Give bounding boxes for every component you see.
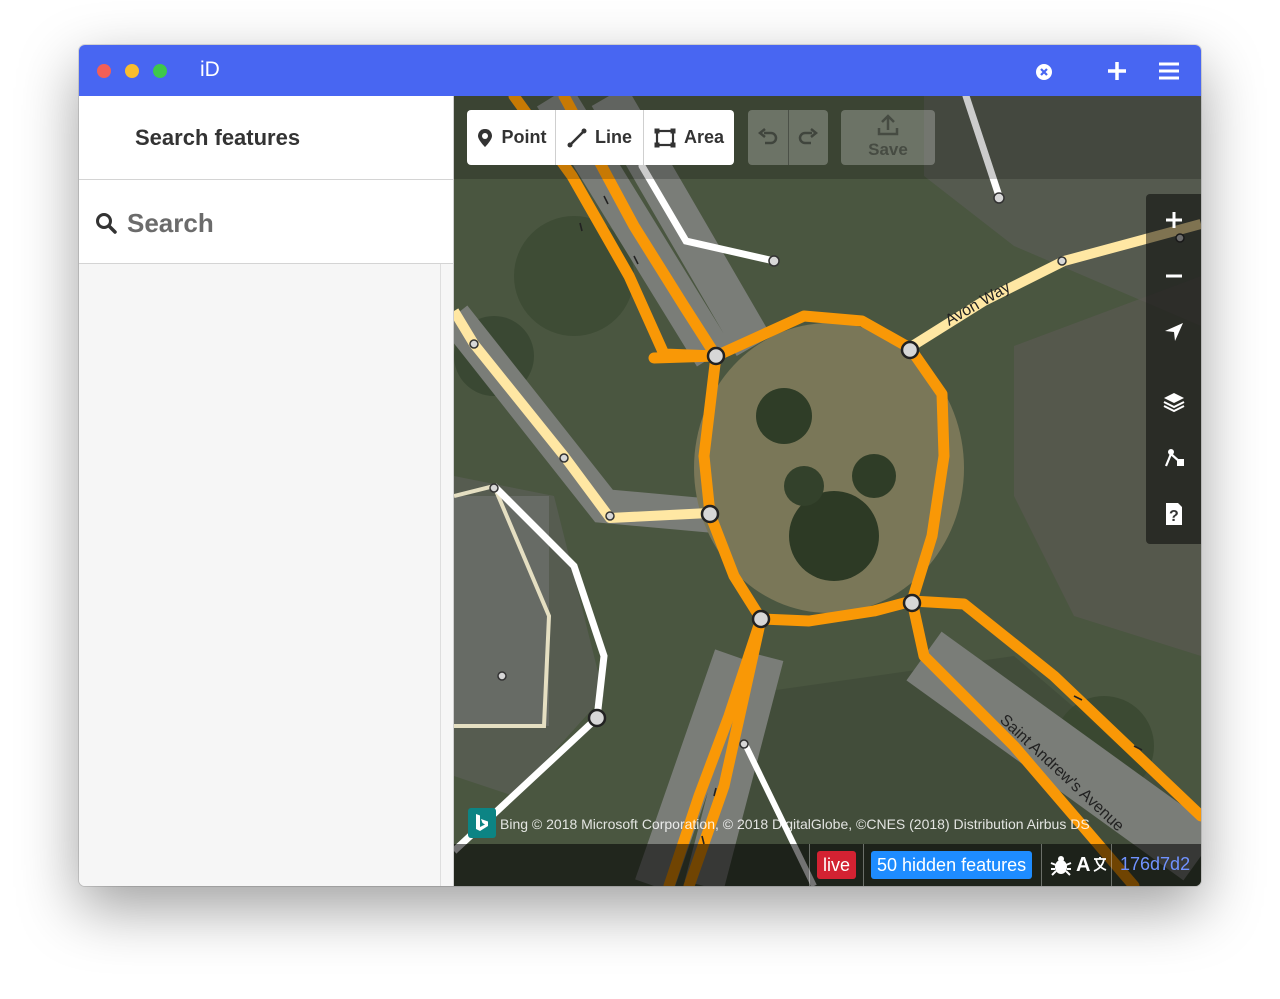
footer-divider bbox=[1111, 844, 1112, 886]
add-feature-modes: Point Line Area bbox=[467, 110, 734, 165]
area-icon bbox=[654, 128, 676, 147]
footer-tools: A bbox=[1049, 851, 1107, 879]
undo-button[interactable] bbox=[748, 110, 789, 165]
sidebar-title: Search features bbox=[135, 125, 301, 150]
translate-glyph-icon bbox=[1094, 857, 1107, 872]
geolocate-icon bbox=[1164, 323, 1183, 341]
line-icon bbox=[567, 128, 587, 147]
zoom-in-icon bbox=[1165, 212, 1182, 228]
version-link[interactable]: 176d7d2 bbox=[1120, 854, 1190, 875]
plus-icon[interactable] bbox=[1105, 59, 1129, 83]
app-window: iD Search features Search Avon Way Saint… bbox=[79, 45, 1201, 886]
add-line-button[interactable]: Line bbox=[556, 110, 644, 165]
bug-icon[interactable] bbox=[1049, 853, 1073, 877]
live-badge: live bbox=[817, 851, 857, 879]
upload-icon bbox=[877, 114, 899, 136]
geolocate-button[interactable] bbox=[1146, 308, 1201, 356]
zoom-in-button[interactable] bbox=[1146, 196, 1201, 244]
hamburger-menu-icon[interactable] bbox=[1157, 59, 1181, 83]
app-title: iD bbox=[200, 58, 220, 81]
close-circle-icon[interactable] bbox=[1035, 63, 1053, 81]
add-area-button[interactable]: Area bbox=[644, 110, 734, 165]
point-icon bbox=[477, 128, 492, 147]
minimize-window-button[interactable] bbox=[125, 64, 139, 78]
sidebar-scroll-divider bbox=[440, 264, 441, 886]
undo-icon bbox=[757, 127, 777, 144]
search-input[interactable] bbox=[125, 200, 439, 246]
title-bar: iD bbox=[79, 45, 1201, 96]
help-icon: ? bbox=[1165, 503, 1182, 525]
bing-logo bbox=[468, 808, 496, 838]
map-controls: ? bbox=[1146, 194, 1201, 544]
map-data-button[interactable] bbox=[1146, 434, 1201, 482]
sidebar-header: Search features bbox=[79, 96, 453, 180]
add-point-label: Point bbox=[501, 127, 547, 147]
search-bar bbox=[79, 180, 453, 264]
map-footer: live 50 hidden features A 176d7d2 bbox=[454, 844, 1201, 886]
save-label: Save bbox=[868, 140, 908, 159]
map-data-icon bbox=[1164, 449, 1184, 467]
svg-text:?: ? bbox=[1169, 508, 1179, 525]
zoom-out-icon bbox=[1165, 274, 1182, 278]
hidden-features-button[interactable]: 50 hidden features bbox=[871, 851, 1033, 879]
close-window-button[interactable] bbox=[97, 64, 111, 78]
maximize-window-button[interactable] bbox=[153, 64, 167, 78]
footer-divider bbox=[1041, 844, 1042, 886]
redo-icon bbox=[799, 127, 819, 144]
add-line-label: Line bbox=[594, 127, 632, 147]
help-button[interactable]: ? bbox=[1146, 490, 1201, 538]
map-imagery: Avon Way Saint Andrew's Avenue bbox=[454, 96, 1201, 886]
footer-divider bbox=[809, 844, 810, 886]
add-area-label: Area bbox=[683, 127, 725, 147]
translate-icon[interactable]: A bbox=[1076, 854, 1090, 877]
background-layers-button[interactable] bbox=[1146, 378, 1201, 426]
add-point-button[interactable]: Point bbox=[467, 110, 556, 165]
imagery-attribution[interactable]: Bing © 2018 Microsoft Corporation, © 201… bbox=[500, 816, 1090, 832]
layers-icon bbox=[1163, 393, 1184, 413]
save-button[interactable]: Save bbox=[841, 110, 935, 165]
redo-button[interactable] bbox=[789, 110, 829, 165]
map-canvas[interactable]: Avon Way Saint Andrew's Avenue Point Lin… bbox=[454, 96, 1201, 886]
sidebar: Search features bbox=[79, 96, 454, 886]
top-toolbar: Point Line Area Save bbox=[454, 96, 1201, 179]
zoom-out-button[interactable] bbox=[1146, 252, 1201, 300]
footer-divider bbox=[863, 844, 864, 886]
search-icon bbox=[96, 213, 117, 234]
undo-redo-group bbox=[748, 110, 828, 165]
